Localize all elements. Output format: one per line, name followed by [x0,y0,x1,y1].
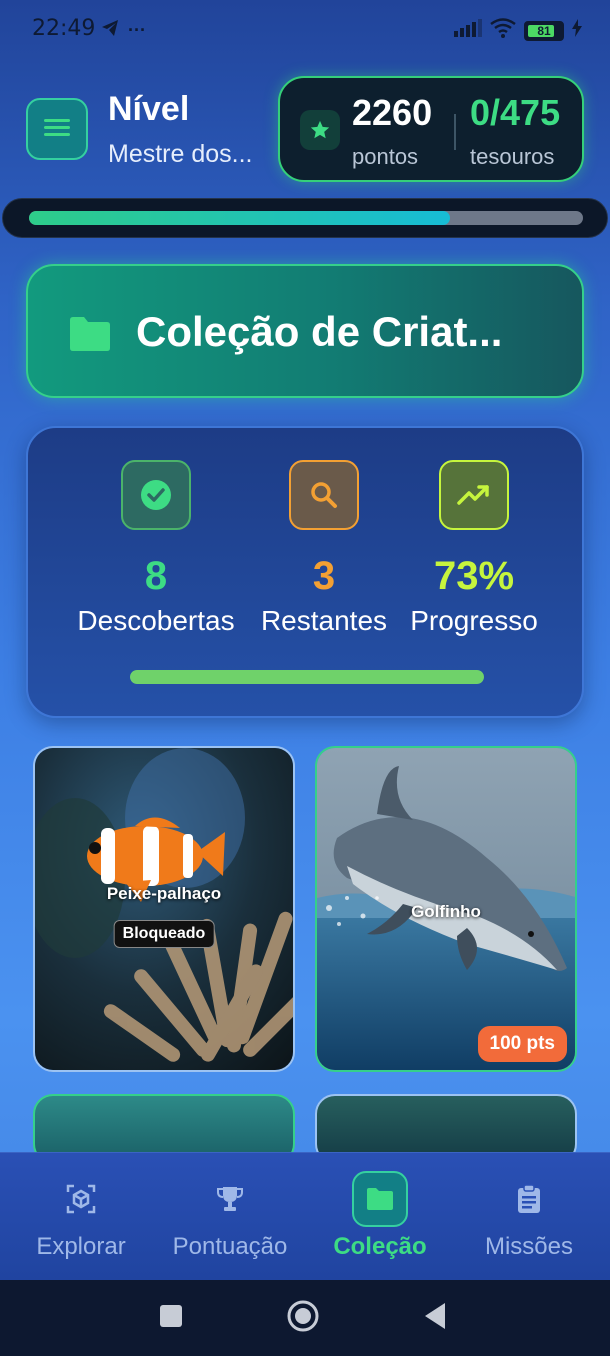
treasures-label: tesouros [470,144,555,169]
status-left-icons: ··· [100,18,146,43]
trophy-icon [202,1171,258,1227]
divider [454,114,456,150]
points-label: pontos [352,144,419,169]
home-button[interactable] [281,1296,325,1340]
nav-label: Pontuação [172,1233,288,1260]
menu-button[interactable] [26,98,88,160]
back-triangle-icon [423,1302,447,1335]
level-progress-bar [2,198,608,238]
nav-score[interactable]: Pontuação [155,1171,305,1261]
star-icon [300,110,340,150]
points-value: 2260 [352,92,433,133]
level-progress-track [29,211,583,225]
home-circle-icon [286,1299,320,1338]
level-subtitle: Mestre dos... [108,140,253,168]
more-notifications-icon: ··· [128,20,146,40]
stat-value: 8 [144,554,168,598]
points-badge: 100 pts [477,1026,567,1062]
collection-stats-panel: 8 Descobertas 3 Restantes 73% Progresso [26,426,584,718]
treasures-value: 0/475 [470,92,561,133]
section-title: Coleção de Criat... [136,308,503,355]
creature-name: Golfinho [411,902,481,921]
clipboard-icon [501,1171,557,1227]
status-time: 22:49 [32,16,96,41]
battery-level: 81 [537,23,551,38]
level-title: Nível [108,90,190,128]
square-icon [159,1304,183,1333]
nav-label: Missões [484,1233,574,1260]
menu-icon [44,117,70,142]
cube-scan-icon [53,1171,109,1227]
collection-progress-fill [130,670,484,684]
wifi-icon [490,18,516,43]
nav-missions[interactable]: Missões [454,1171,604,1261]
signal-icon [454,19,482,42]
stat-discovered: 8 Descobertas [66,460,246,637]
nav-collection[interactable]: Coleção [305,1171,455,1261]
back-button[interactable] [413,1296,457,1340]
charging-icon [572,19,582,42]
level-progress-fill [29,211,451,225]
nav-explore[interactable]: Explorar [6,1171,156,1261]
score-summary: 2260 pontos 0/475 tesouros [278,76,584,182]
trending-up-icon [439,460,509,530]
collection-section-header: Coleção de Criat... [26,264,584,398]
stat-value: 73% [433,554,515,598]
locked-badge: Bloqueado [113,920,215,948]
nav-label: Explorar [36,1233,126,1260]
stat-label: Progresso [410,605,538,636]
nav-label: Coleção [333,1233,427,1260]
status-bar: 22:49 ··· 81 [0,0,610,58]
status-right: 81 [454,18,582,43]
telegram-icon [100,18,120,43]
creature-name: Peixe-palhaço [106,884,222,903]
system-navigation-bar [0,1280,610,1356]
battery-icon: 81 [524,20,564,41]
stat-label: Descobertas [77,605,235,636]
check-circle-icon [121,460,191,530]
bottom-navigation: Explorar Pontuação Coleção Missões [0,1152,610,1280]
recent-apps-button[interactable] [149,1296,193,1340]
folder-icon [352,1171,408,1227]
creature-card-clownfish[interactable]: Peixe-palhaço Bloqueado [33,746,295,1072]
search-icon [289,460,359,530]
folder-icon [68,316,112,357]
collection-progress-bar [130,670,484,684]
stat-progress: 73% Progresso [384,460,564,637]
creature-card-dolphin[interactable]: Golfinho 100 pts [315,746,577,1072]
clownfish-image [35,748,293,1070]
